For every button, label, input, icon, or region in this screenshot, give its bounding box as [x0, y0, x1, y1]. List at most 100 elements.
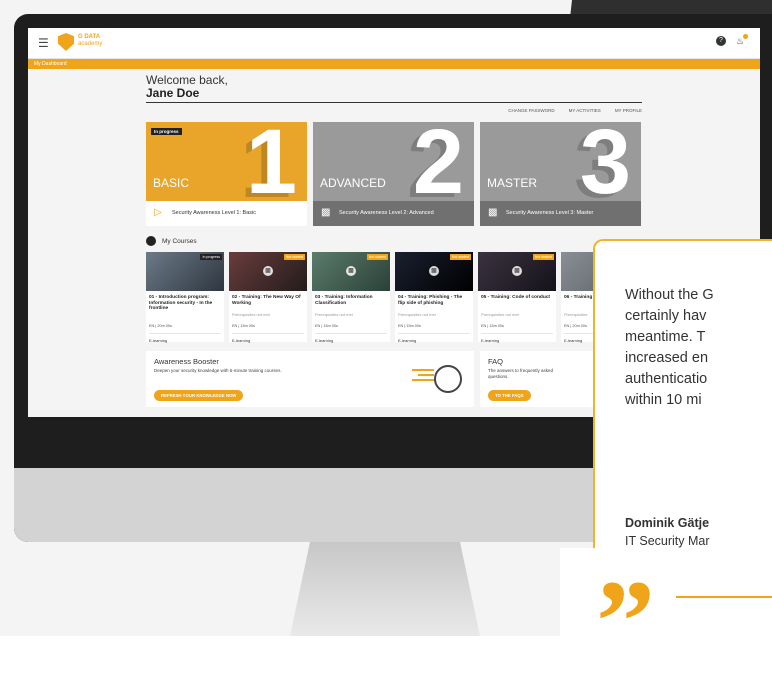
testimonial-role: IT Security Mar: [625, 534, 710, 548]
level-card-advanced[interactable]: 2 ADVANCED ▩ Security Awareness Level 2:…: [313, 122, 474, 226]
testimonial-footer: [560, 548, 772, 636]
speedometer-icon: [434, 365, 462, 393]
help-icon[interactable]: ?: [716, 36, 726, 46]
testimonial-text: Without the G certainly hav meantime. T …: [625, 285, 772, 411]
quote-line: authenticatio: [625, 371, 708, 387]
course-title: 01 - Introduction program: Information s…: [149, 295, 213, 312]
level-card-basic[interactable]: In progress 1 BASIC ▷ Security Awareness…: [146, 122, 307, 226]
course-meta: EN | 15m 00s: [315, 324, 338, 328]
course-card[interactable]: Not started ▩ 03 - Training: Information…: [312, 252, 390, 343]
lock-icon: ▩: [346, 266, 356, 276]
to-faqs-button[interactable]: TO THE FAQS: [488, 390, 531, 401]
welcome-greeting: Welcome back,: [146, 73, 228, 87]
course-thumbnail: In progress: [146, 252, 224, 291]
shield-logo-icon: [58, 33, 74, 51]
course-thumbnail: Not started ▩: [478, 252, 556, 291]
status-badge: Not started: [366, 254, 388, 260]
play-icon: ▷: [154, 207, 162, 218]
course-card[interactable]: Not started ▩ 02 - Training: The New Way…: [229, 252, 307, 343]
quote-line: Without the G: [625, 287, 714, 303]
quote-line: increased en: [625, 350, 709, 366]
course-meta: EN | 15m 00s: [398, 324, 421, 328]
speed-lines-icon: [412, 369, 434, 384]
courses-heading: My Courses: [146, 236, 642, 246]
courses-title: My Courses: [162, 237, 197, 245]
header-icons: ? ♨: [716, 34, 748, 46]
level-card-master[interactable]: 3 MASTER ▩ Security Awareness Level 3: M…: [480, 122, 641, 226]
courses-icon: [146, 236, 156, 246]
my-activities-link[interactable]: MY ACTIVITIES: [569, 108, 601, 113]
quote-line: within 10 mi: [625, 392, 702, 408]
level-title: BASIC: [153, 176, 190, 190]
quote-mark-icon: ”: [596, 556, 655, 687]
lock-icon: ▩: [488, 207, 498, 218]
course-type: E-learning: [481, 338, 500, 343]
booster-title: Awareness Booster: [154, 357, 219, 366]
lock-icon: ▩: [512, 266, 522, 276]
level-banner: In progress 1 BASIC: [146, 122, 307, 208]
divider: [146, 102, 642, 103]
faq-subtitle: The answers to frequently asked question…: [488, 368, 554, 379]
course-type: E-learning: [398, 338, 417, 343]
course-meta: EN | 20m 00s: [149, 324, 172, 328]
refresh-knowledge-button[interactable]: REFRESH YOUR KNOWLEDGE NOW: [154, 390, 244, 401]
logo-sub: academy: [78, 41, 103, 47]
course-type: E-learning: [315, 338, 334, 343]
quote-line: certainly hav: [625, 308, 707, 324]
bell-icon[interactable]: ♨: [736, 34, 748, 46]
booster-subtitle: Deepen your security knowledge with 5-mi…: [154, 368, 282, 373]
status-badge: Not started: [532, 254, 554, 260]
level-number: 2: [412, 122, 464, 213]
course-card[interactable]: Not started ▩ 04 - Training: Phishing - …: [395, 252, 473, 343]
monitor-stand: [290, 542, 480, 636]
status-badge: Not started: [449, 254, 471, 260]
status-badge: Not started: [283, 254, 305, 260]
level-title: ADVANCED: [320, 176, 386, 190]
status-badge: In progress: [151, 128, 182, 135]
level-footer: ▩ Security Awareness Level 3: Master: [480, 201, 641, 226]
course-list: In progress 01 - Introduction program: I…: [146, 252, 642, 343]
quote-rule: [676, 596, 772, 598]
course-meta: EN | 15m 00s: [481, 324, 504, 328]
course-type: E-learning: [149, 338, 168, 343]
lock-icon: ▩: [429, 266, 439, 276]
level-footer: ▷ Security Awareness Level 1: Basic: [146, 201, 307, 226]
course-title: 05 - Training: Code of conduct: [481, 295, 551, 300]
lock-icon: ▩: [263, 266, 273, 276]
level-number: 1: [245, 122, 297, 213]
change-password-link[interactable]: CHANGE PASSWORD: [508, 108, 554, 113]
course-thumbnail: Not started ▩: [229, 252, 307, 291]
logo-brand: G DATA: [78, 34, 101, 40]
user-name: Jane Doe: [146, 86, 200, 100]
dashboard-content: Welcome back, Jane Doe CHANGE PASSWORD M…: [146, 68, 642, 407]
level-label: Security Awareness Level 3: Master: [506, 210, 594, 216]
course-card[interactable]: Not started ▩ 05 - Training: Code of con…: [478, 252, 556, 343]
level-footer: ▩ Security Awareness Level 2: Advanced: [313, 201, 474, 226]
top-bar: ☰ G DATA academy ? ♨: [28, 28, 760, 59]
course-title: 02 - Training: The New Way Of Working: [232, 295, 301, 306]
course-thumbnail: Not started ▩: [395, 252, 473, 291]
status-badge: In progress: [200, 254, 222, 260]
course-title: 04 - Training: Phishing - The flip side …: [398, 295, 463, 306]
level-number: 3: [579, 122, 631, 213]
promo-row: Awareness Booster Deepen your security k…: [146, 351, 642, 407]
menu-icon[interactable]: ☰: [38, 37, 50, 49]
level-title: MASTER: [487, 176, 538, 190]
level-label: Security Awareness Level 1: Basic: [172, 210, 256, 216]
logo-text[interactable]: G DATA academy: [78, 34, 102, 48]
level-label: Security Awareness Level 2: Advanced: [339, 210, 434, 216]
level-cards: In progress 1 BASIC ▷ Security Awareness…: [146, 122, 642, 226]
course-meta: EN | 15m 00s: [232, 324, 255, 328]
testimonial-author: Dominik Gätje: [625, 516, 710, 530]
course-type: E-learning: [232, 338, 251, 343]
quote-line: meantime. T: [625, 329, 706, 345]
profile-links: CHANGE PASSWORD MY ACTIVITIES MY PROFILE: [146, 108, 642, 113]
course-card[interactable]: In progress 01 - Introduction program: I…: [146, 252, 224, 343]
level-banner: 3 MASTER: [480, 122, 641, 208]
lock-icon: ▩: [321, 207, 331, 218]
course-title: 03 - Training: Information Classificatio…: [315, 295, 373, 306]
course-thumbnail: Not started ▩: [312, 252, 390, 291]
awareness-booster-card: Awareness Booster Deepen your security k…: [146, 351, 474, 407]
level-banner: 2 ADVANCED: [313, 122, 474, 208]
my-profile-link[interactable]: MY PROFILE: [615, 108, 642, 113]
